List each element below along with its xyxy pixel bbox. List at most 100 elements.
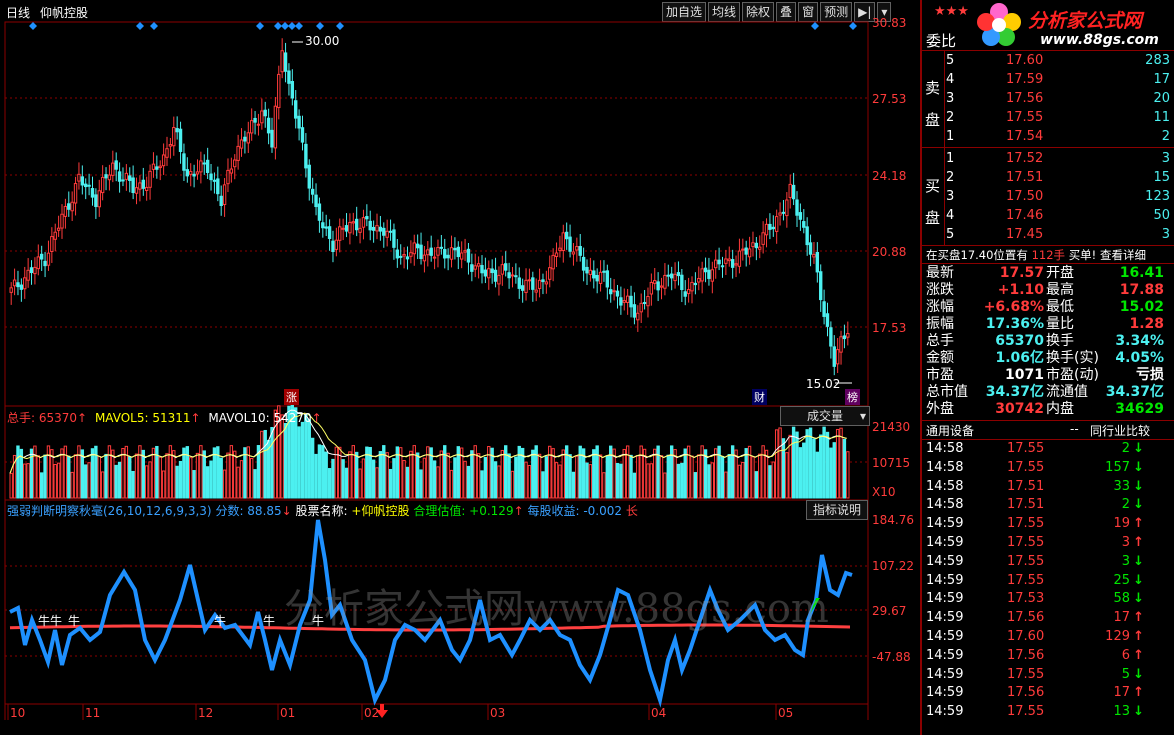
candle-body (605, 270, 610, 288)
fair-value-label: 合理估值: +0.129 (413, 504, 514, 518)
arrow-up-icon: ↑ (1133, 535, 1144, 550)
volume-bar (172, 450, 176, 499)
quote-row: 总手 65370 换手 3.34% (926, 333, 1166, 350)
quote-label: 总手 (926, 333, 954, 349)
volume-bar (439, 450, 444, 499)
sell-row[interactable]: 1 17.54 2 (946, 127, 1172, 146)
chevron-down-icon: ▾ (859, 409, 866, 423)
volume-bar (358, 468, 362, 499)
candle-body (500, 264, 505, 275)
buy-row[interactable]: 3 17.50 123 (946, 187, 1172, 206)
x-tick-label: 10 (10, 706, 26, 720)
volume-bar (233, 450, 237, 499)
candle-body (609, 289, 613, 295)
candle-body (168, 144, 173, 147)
candle-body (361, 217, 366, 228)
volume-bar (819, 434, 823, 499)
volume-bar (280, 414, 284, 499)
volume-bar (453, 457, 457, 499)
tab-peer-compare[interactable]: 同行业比较 (1090, 422, 1150, 439)
volume-bar (16, 445, 20, 499)
volume-bar (656, 445, 660, 499)
volume-total-label: 总手: 65370 (7, 411, 78, 425)
candle-body (202, 162, 206, 165)
candle-body (510, 274, 515, 277)
indicator-dropdown[interactable]: 成交量 ▾ (780, 406, 870, 426)
candle-body (371, 226, 376, 231)
x-tick-label: 02 (364, 706, 380, 720)
candle-body (297, 115, 301, 129)
sell-row[interactable]: 2 17.55 11 (946, 108, 1172, 127)
level: 2 (946, 110, 955, 125)
level: 2 (946, 170, 955, 185)
level: 3 (946, 91, 955, 106)
sell-row[interactable]: 5 17.60 283 (946, 51, 1172, 70)
candle-body (344, 225, 349, 232)
volume-bar (514, 456, 518, 499)
buy-row[interactable]: 4 17.46 50 (946, 206, 1172, 225)
candle-body (768, 223, 772, 230)
candle-body (212, 179, 217, 182)
volume-bar (839, 427, 843, 499)
tick-volume: 3 (1121, 553, 1130, 569)
indicator-help-button[interactable]: 指标说明 (806, 500, 868, 520)
candle-body (33, 266, 37, 275)
notice-left: 在买盘17.40位置有 (926, 248, 1028, 262)
candle-body (395, 249, 400, 259)
candle-body (774, 216, 779, 232)
candle-body (585, 266, 589, 274)
volume-bar (300, 421, 305, 499)
limit-up-marker: 涨 (284, 389, 299, 405)
volume-bar (415, 452, 420, 499)
volume-bar (747, 445, 752, 499)
buy-row[interactable]: 1 17.52 3 (946, 149, 1172, 168)
tick-price: 17.55 (1007, 535, 1045, 550)
volume-bar (714, 448, 718, 499)
candle-body (598, 271, 603, 284)
candle-body (246, 132, 250, 144)
volume-bar (128, 456, 132, 499)
candle-body (43, 260, 47, 267)
notice-right[interactable]: 买单! 查看详细 (1069, 248, 1146, 262)
candle-body (151, 163, 156, 170)
tick-row: 14:59 17.56 17 ↑ (924, 684, 1164, 703)
quote-value: +1.10 (997, 282, 1044, 298)
volume-bar (504, 445, 508, 499)
candle-body (571, 251, 576, 255)
volume-bar (324, 451, 328, 499)
order-notice[interactable]: 在买盘17.40位置有 112手 买单! 查看详细 (926, 247, 1146, 263)
volume-bar (659, 455, 664, 499)
volume-bar (270, 426, 274, 499)
sell-row[interactable]: 3 17.56 20 (946, 89, 1172, 108)
buy-side-label: 买盘 (925, 177, 941, 227)
tick-price: 17.55 (1007, 553, 1045, 569)
buy-row[interactable]: 5 17.45 3 (946, 225, 1172, 244)
candle-body (493, 269, 498, 282)
candle-body (46, 252, 51, 266)
buy-row[interactable]: 2 17.51 15 (946, 168, 1172, 187)
volume-bar (46, 445, 51, 499)
candle-body (277, 73, 281, 109)
candle-body (669, 273, 674, 279)
candle-body (744, 247, 748, 255)
volume-tick: 10715 (872, 456, 911, 470)
tab-industry[interactable]: 通用设备 (926, 422, 974, 439)
volume: 123 (1145, 189, 1170, 204)
volume-bar (781, 438, 786, 499)
volume: 2 (1161, 129, 1170, 144)
candle-body (690, 281, 694, 292)
tabs-bar: 通用设备 -- 同行业比较 (922, 420, 1174, 440)
volume-bar (104, 453, 108, 499)
volume-bar (222, 469, 227, 499)
candle-body (266, 117, 271, 134)
volume-bar (168, 445, 173, 499)
candle-body (354, 218, 359, 231)
candle-body (290, 80, 295, 99)
volume-bar (283, 422, 288, 499)
x-tick-label: 11 (85, 706, 101, 720)
sell-row[interactable]: 4 17.59 17 (946, 70, 1172, 89)
volume-bar (663, 472, 667, 499)
quote-label: 振幅 (926, 316, 954, 332)
volume-bar (348, 451, 352, 499)
tick-price: 17.56 (1007, 685, 1045, 701)
